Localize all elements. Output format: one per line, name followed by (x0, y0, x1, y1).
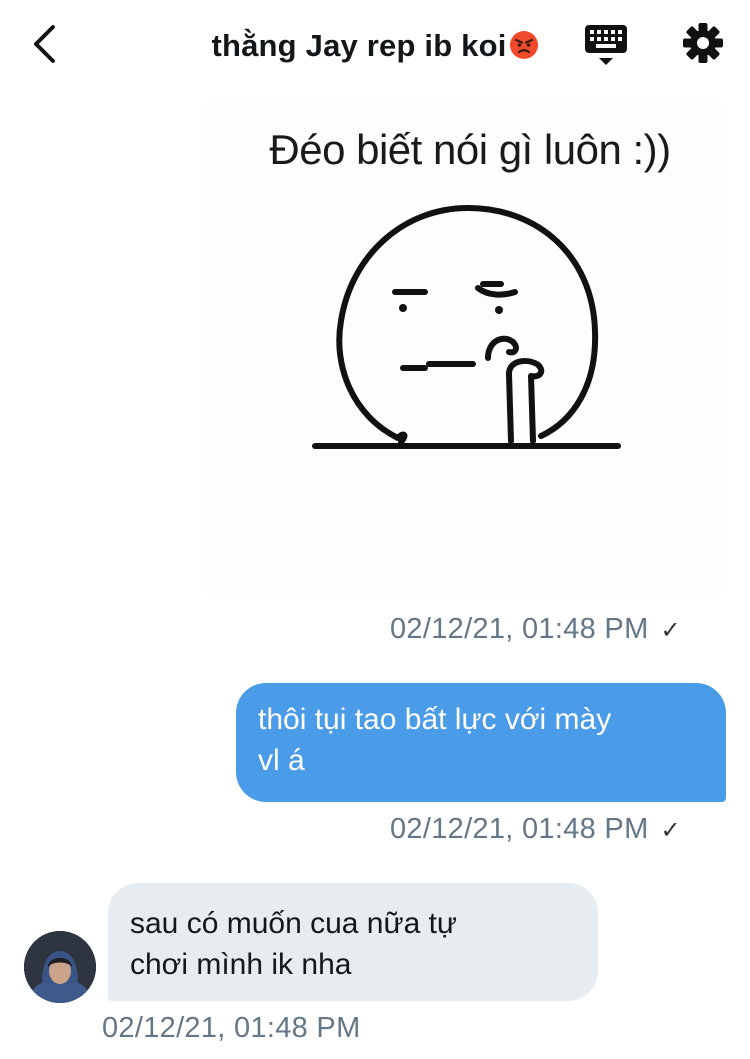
message-text-line: chơi mình ik nha (130, 948, 352, 981)
incoming-message-bubble[interactable]: sau có muốn cua nữa tự chơi mình ik nha (108, 883, 598, 1001)
angry-face-emoji (509, 31, 538, 59)
message-text-line: vl á (258, 744, 305, 777)
gear-icon (683, 23, 723, 63)
keyboard-toggle-button[interactable] (582, 22, 630, 68)
message-text-line: sau có muốn cua nữa tự (130, 907, 458, 940)
sender-avatar[interactable] (24, 931, 96, 1003)
outgoing-message-bubble[interactable]: thôi tụi tao bất lực với mày vl á (236, 683, 726, 802)
message-timestamp-text: 02/12/21, 01:48 PM (390, 613, 649, 645)
conversation-header: thằng Jay rep ib koi (0, 0, 750, 90)
avatar-image (24, 931, 96, 1003)
sticker-image-message[interactable]: Đéo biết nói gì luôn :)) (203, 96, 727, 598)
message-timestamp-text: 02/12/21, 01:48 PM (390, 813, 649, 845)
conversation-title-text: thằng Jay rep ib koi (211, 28, 507, 63)
message-text-line: thôi tụi tao bất lực với mày (258, 703, 612, 736)
checkmark-icon: ✓ (660, 617, 681, 644)
conversation-settings-button[interactable] (680, 20, 726, 66)
thinking-face-sticker-drawing (312, 205, 621, 449)
message-timestamp-text: 02/12/21, 01:48 PM (102, 1012, 361, 1044)
conversation-title: thằng Jay rep ib koi (0, 28, 750, 64)
checkmark-icon: ✓ (660, 817, 681, 844)
keyboard-icon (585, 25, 627, 65)
message-timestamp: 02/12/21, 01:48 PM ✓ (390, 613, 681, 646)
message-timestamp: 02/12/21, 01:48 PM ✓ (390, 813, 681, 846)
message-timestamp: 02/12/21, 01:48 PM (102, 1012, 361, 1045)
